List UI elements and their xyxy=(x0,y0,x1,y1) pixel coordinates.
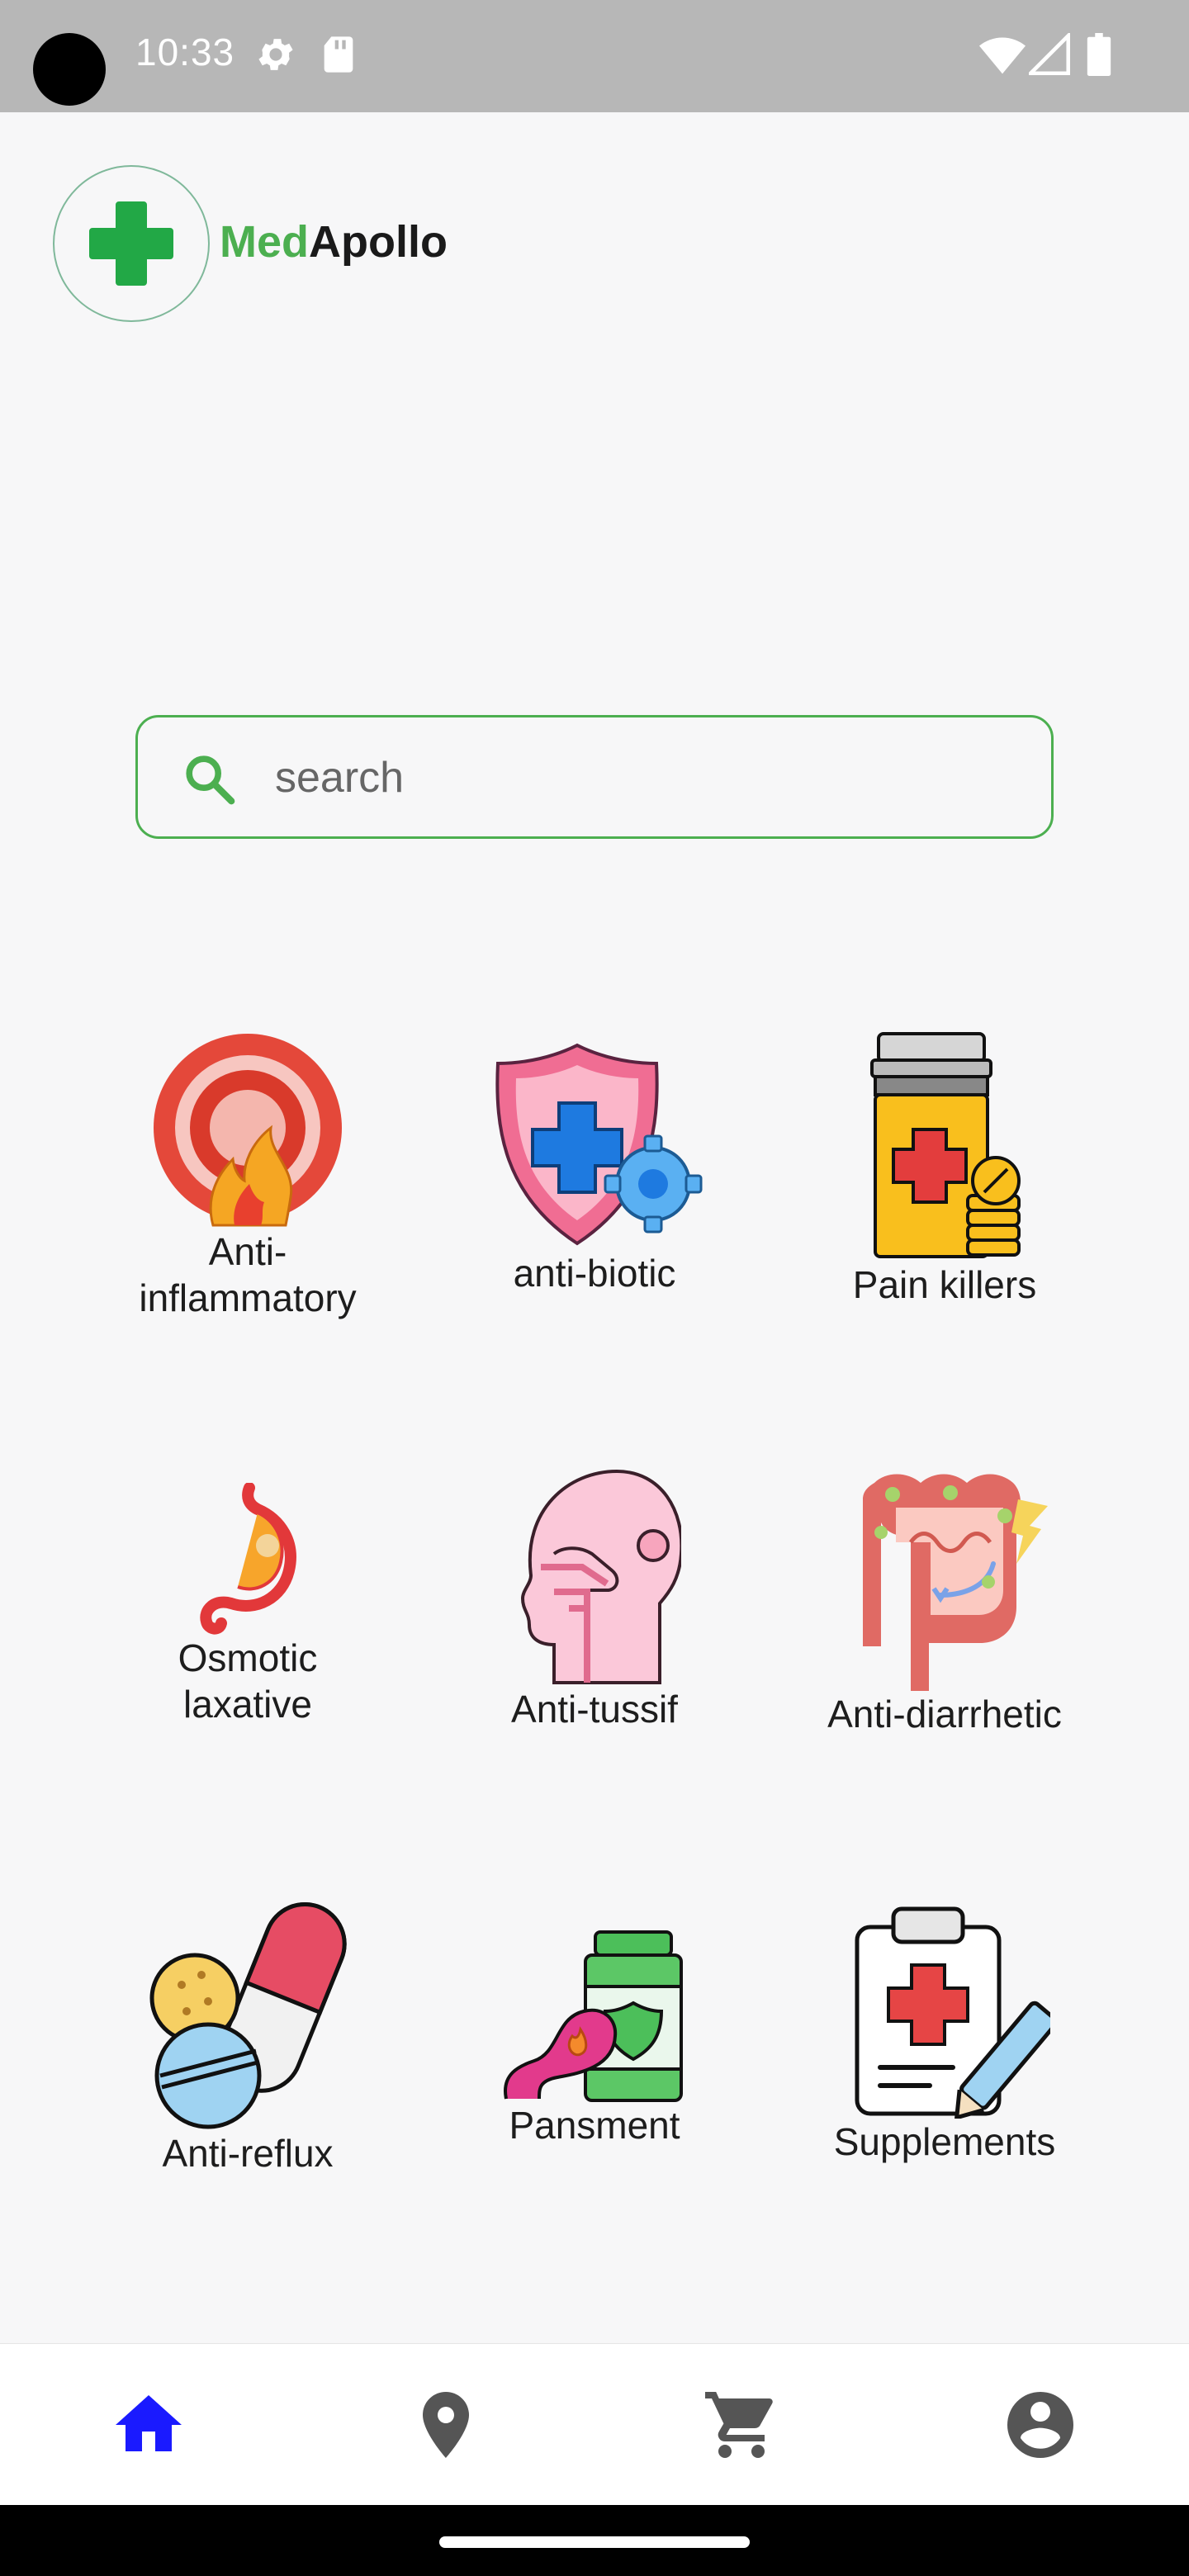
category-osmotic-laxative[interactable]: Osmotic laxative xyxy=(74,1483,421,1727)
home-gesture-handle[interactable] xyxy=(439,2536,750,2548)
system-navigation-bar xyxy=(0,2505,1189,2576)
clipboard-prescription-icon xyxy=(855,1906,1050,2119)
category-anti-inflammatory[interactable]: Anti- inflammatory xyxy=(74,1030,421,1321)
signal-icon xyxy=(1029,33,1070,75)
shield-cross-gear-icon xyxy=(495,1043,703,1246)
category-label: Pain killers xyxy=(852,1263,1037,1306)
category-pain-killers[interactable]: Pain killers xyxy=(771,1030,1118,1308)
pill-bottle-icon xyxy=(870,1032,1021,1258)
category-label: Anti-tussif xyxy=(511,1688,678,1731)
status-time: 10:33 xyxy=(135,31,235,73)
category-label: Pansment xyxy=(509,2104,680,2147)
stomach-icon xyxy=(200,1483,296,1635)
search-icon xyxy=(186,755,235,805)
account-icon[interactable] xyxy=(1001,2385,1080,2465)
app-logo xyxy=(53,165,210,322)
category-anti-reflux[interactable]: Anti-reflux xyxy=(74,1896,421,2176)
capsule-pills-icon xyxy=(149,1901,347,2129)
category-label: Anti- inflammatory xyxy=(139,1230,357,1319)
inflammation-target-icon xyxy=(154,1034,342,1227)
medical-cross-icon xyxy=(89,201,173,286)
search-input[interactable] xyxy=(273,742,1020,813)
status-bar: 10:33 xyxy=(0,0,1189,112)
sd-card-icon xyxy=(324,36,353,73)
battery-icon xyxy=(1087,33,1111,76)
wifi-icon xyxy=(979,37,1026,74)
category-label: Anti-reflux xyxy=(162,2132,334,2175)
category-supplements[interactable]: Supplements xyxy=(771,1906,1118,2165)
category-pansment[interactable]: Pansment xyxy=(421,1927,768,2148)
category-anti-tussif[interactable]: Anti-tussif xyxy=(421,1468,768,1732)
bottom-navigation xyxy=(0,2343,1189,2506)
location-icon[interactable] xyxy=(406,2385,486,2465)
category-label: Supplements xyxy=(833,2120,1056,2163)
settings-icon xyxy=(258,39,293,70)
camera-cutout xyxy=(33,33,106,106)
head-throat-icon xyxy=(520,1469,681,1684)
brand-part-apollo: Apollo xyxy=(309,217,448,267)
cart-icon[interactable] xyxy=(702,2385,781,2465)
brand-part-med: Med xyxy=(220,217,309,267)
search-bar[interactable] xyxy=(135,715,1054,839)
category-anti-biotic[interactable]: anti-biotic xyxy=(421,1040,768,1296)
stomach-bottle-icon xyxy=(504,1930,683,2102)
category-anti-diarrhetic[interactable]: Anti-diarrhetic xyxy=(771,1466,1118,1737)
category-label: Anti-diarrhetic xyxy=(827,1693,1062,1735)
home-icon[interactable] xyxy=(109,2385,188,2465)
category-label: Osmotic laxative xyxy=(178,1636,318,1726)
brand-name: MedApollo xyxy=(220,216,448,268)
intestine-icon xyxy=(863,1474,1048,1691)
category-label: anti-biotic xyxy=(513,1252,676,1295)
